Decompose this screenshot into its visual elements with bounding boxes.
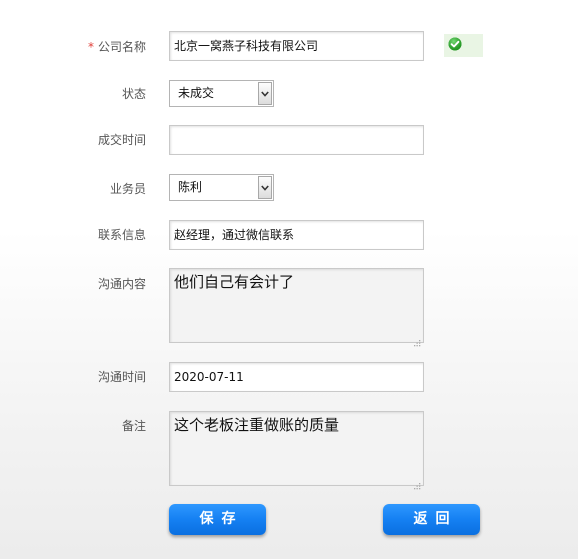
contact-info-label: 联系信息 [97,228,146,242]
company-name-label: 公司名称 [97,40,146,54]
remarks-label: 备注 [121,419,146,433]
chevron-down-icon[interactable] [258,176,272,199]
company-name-label-wrap: * 公司名称 [88,38,146,55]
communication-content-text: 他们自己有会计了 [174,273,295,291]
back-button[interactable]: 返回 [383,504,480,535]
status-selected-value: 未成交 [178,86,215,100]
remarks-text: 这个老板注重做账的质量 [174,416,340,434]
communication-content-textarea[interactable]: 他们自己有会计了 [169,268,424,347]
deal-time-label: 成交时间 [97,133,146,147]
communication-time-input[interactable]: 2020-07-11 [169,362,424,392]
salesperson-select[interactable]: 陈利 [169,174,274,201]
salesperson-selected-value: 陈利 [178,180,203,194]
contact-info-input[interactable]: 赵经理，通过微信联系 [169,220,424,250]
status-label: 状态 [121,87,146,101]
check-circle-icon [448,36,462,55]
deal-time-input[interactable] [169,125,424,155]
salesperson-label: 业务员 [109,182,146,196]
validation-indicator [444,34,483,57]
chevron-down-icon[interactable] [258,82,272,105]
required-mark: * [87,40,94,54]
status-select[interactable]: 未成交 [169,80,274,107]
communication-time-label: 沟通时间 [97,370,146,384]
resize-grip-icon[interactable] [413,475,421,490]
company-name-input[interactable]: 北京一窝燕子科技有限公司 [169,31,424,61]
communication-content-label: 沟通内容 [97,277,146,291]
save-button[interactable]: 保存 [169,504,266,535]
remarks-textarea[interactable]: 这个老板注重做账的质量 [169,411,424,490]
resize-grip-icon[interactable] [413,332,421,347]
